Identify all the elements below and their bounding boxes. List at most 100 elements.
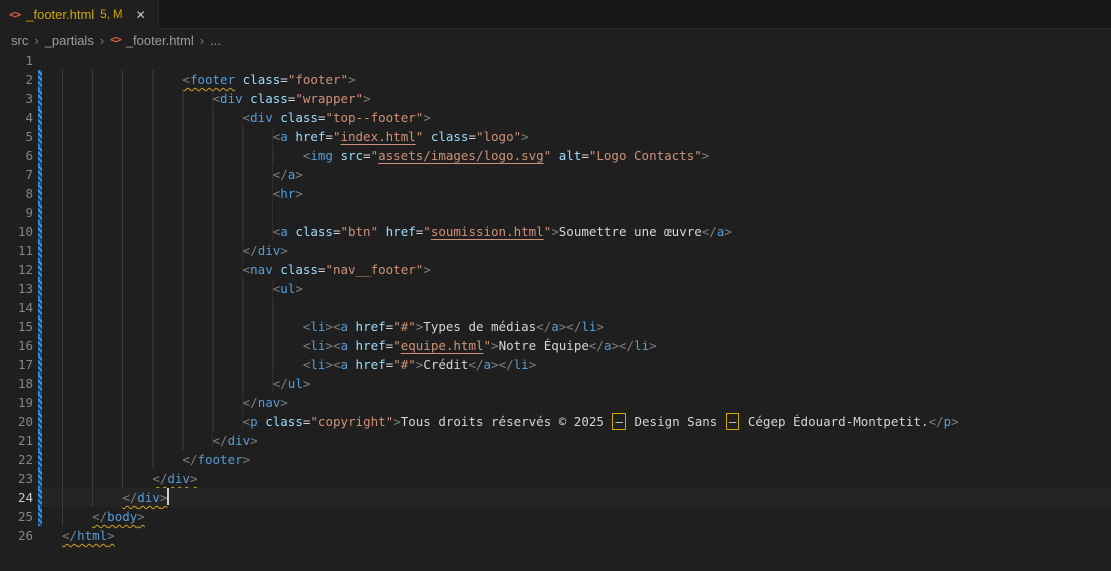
code-token: = bbox=[280, 72, 288, 87]
code-token: = bbox=[468, 129, 476, 144]
code-token: > bbox=[302, 376, 311, 391]
code-line: 20 <p class="copyright">Tous droits rése… bbox=[0, 412, 1111, 431]
line-number[interactable]: 25 bbox=[0, 507, 33, 526]
close-icon[interactable]: ✕ bbox=[133, 7, 149, 23]
code-line-content[interactable] bbox=[42, 51, 1111, 70]
line-number[interactable]: 3 bbox=[0, 89, 33, 108]
line-number[interactable]: 24 bbox=[0, 488, 33, 507]
line-number[interactable]: 23 bbox=[0, 469, 33, 488]
code-line: 16 <li><a href="equipe.html">Notre Équip… bbox=[0, 336, 1111, 355]
code-token: > bbox=[280, 395, 288, 410]
code-line-content[interactable]: </div> bbox=[42, 241, 1111, 260]
code-token: class bbox=[250, 91, 288, 106]
code-token: < bbox=[182, 72, 190, 87]
line-number[interactable]: 7 bbox=[0, 165, 33, 184]
tab-bar: <> _footer.html 5, M ✕ bbox=[0, 0, 1111, 29]
code-line-content[interactable] bbox=[42, 298, 1111, 317]
tab-footer-html[interactable]: <> _footer.html 5, M ✕ bbox=[0, 0, 159, 29]
line-number[interactable]: 2 bbox=[0, 70, 33, 89]
code-token: = bbox=[325, 129, 333, 144]
code-token: > bbox=[348, 72, 356, 87]
line-number[interactable]: 5 bbox=[0, 127, 33, 146]
line-number[interactable]: 6 bbox=[0, 146, 33, 165]
line-number[interactable]: 13 bbox=[0, 279, 33, 298]
code-line-content[interactable]: <p class="copyright">Tous droits réservé… bbox=[42, 412, 1111, 431]
code-token: "#" bbox=[393, 319, 416, 334]
code-line-content[interactable]: <img src="assets/images/logo.svg" alt="L… bbox=[42, 146, 1111, 165]
code-token: div bbox=[167, 471, 190, 486]
code-token: html bbox=[77, 528, 108, 543]
line-number[interactable]: 22 bbox=[0, 450, 33, 469]
code-line-content[interactable]: </nav> bbox=[42, 393, 1111, 412]
breadcrumb-item-partials[interactable]: _partials bbox=[45, 33, 94, 48]
code-line-content[interactable]: </html> bbox=[42, 526, 1111, 545]
line-number[interactable]: 21 bbox=[0, 431, 33, 450]
line-number[interactable]: 20 bbox=[0, 412, 33, 431]
code-line-content[interactable]: </ul> bbox=[42, 374, 1111, 393]
code-token: class bbox=[295, 224, 333, 239]
line-number[interactable]: 4 bbox=[0, 108, 33, 127]
code-line-content[interactable]: <footer class="footer"> bbox=[42, 70, 1111, 89]
chevron-right-icon: › bbox=[34, 32, 39, 48]
code-line-content[interactable]: <a class="btn" href="soumission.html">So… bbox=[42, 222, 1111, 241]
line-number[interactable]: 9 bbox=[0, 203, 33, 222]
line-number[interactable]: 10 bbox=[0, 222, 33, 241]
code-line-content[interactable]: </footer> bbox=[42, 450, 1111, 469]
code-line-content[interactable]: <li><a href="#">Crédit</a></li> bbox=[42, 355, 1111, 374]
indent-guides bbox=[62, 355, 303, 374]
line-number[interactable]: 26 bbox=[0, 526, 33, 545]
code-token: class bbox=[242, 72, 281, 87]
code-token: "footer" bbox=[287, 72, 349, 87]
code-token: div bbox=[137, 490, 160, 505]
code-token: </ bbox=[242, 395, 258, 410]
code-token: footer bbox=[197, 452, 243, 467]
code-token: " bbox=[483, 338, 492, 353]
code-token: footer bbox=[189, 72, 236, 87]
code-token: > bbox=[250, 433, 258, 448]
breadcrumb: src › _partials › <> _footer.html › ... bbox=[0, 29, 1111, 51]
code-line-content[interactable]: </body> bbox=[42, 507, 1111, 526]
code-token: body bbox=[107, 509, 138, 524]
code-line-content[interactable]: <div class="wrapper"> bbox=[42, 89, 1111, 108]
line-number[interactable]: 15 bbox=[0, 317, 33, 336]
code-token: </ bbox=[536, 319, 552, 334]
code-line-content[interactable]: <a href="index.html" class="logo"> bbox=[42, 127, 1111, 146]
code-line: 17 <li><a href="#">Crédit</a></li> bbox=[0, 355, 1111, 374]
breadcrumb-item-symbol-path[interactable]: ... bbox=[210, 33, 221, 48]
code-line-content[interactable]: <li><a href="#">Types de médias</a></li> bbox=[42, 317, 1111, 336]
code-line-content[interactable]: <li><a href="equipe.html">Notre Équipe</… bbox=[42, 336, 1111, 355]
breadcrumb-item-src[interactable]: src bbox=[11, 33, 28, 48]
indent-guides bbox=[62, 146, 303, 165]
code-line: 11 </div> bbox=[0, 241, 1111, 260]
line-number[interactable]: 14 bbox=[0, 298, 33, 317]
code-line-content[interactable]: </div> bbox=[42, 488, 1111, 507]
line-number[interactable]: 11 bbox=[0, 241, 33, 260]
line-number[interactable]: 19 bbox=[0, 393, 33, 412]
code-line-content[interactable]: <ul> bbox=[42, 279, 1111, 298]
code-line-content[interactable]: <nav class="nav__footer"> bbox=[42, 260, 1111, 279]
code-line-content[interactable]: </div> bbox=[42, 469, 1111, 488]
code-token: > bbox=[107, 528, 115, 543]
code-token: img bbox=[310, 148, 333, 163]
code-token: </ bbox=[62, 528, 78, 543]
code-editor[interactable]: 12 <footer class="footer"> 3 <div class="… bbox=[0, 51, 1111, 571]
line-number[interactable]: 18 bbox=[0, 374, 33, 393]
code-line-content[interactable]: <hr> bbox=[42, 184, 1111, 203]
code-line-content[interactable]: <div class="top--footer"> bbox=[42, 108, 1111, 127]
code-token: ul bbox=[280, 281, 296, 296]
line-number[interactable]: 8 bbox=[0, 184, 33, 203]
line-number[interactable]: 12 bbox=[0, 260, 33, 279]
code-token: > bbox=[528, 357, 537, 372]
line-number[interactable]: 1 bbox=[0, 51, 33, 70]
tab-filename: _footer.html bbox=[26, 7, 95, 22]
line-number[interactable]: 16 bbox=[0, 336, 33, 355]
line-number[interactable]: 17 bbox=[0, 355, 33, 374]
code-line: 21 </div> bbox=[0, 431, 1111, 450]
code-line-content[interactable] bbox=[42, 203, 1111, 222]
code-line-content[interactable]: </div> bbox=[42, 431, 1111, 450]
code-token: </ bbox=[92, 509, 108, 524]
breadcrumb-item-footer-html[interactable]: <> _footer.html bbox=[110, 33, 194, 48]
code-line-content[interactable]: </a> bbox=[42, 165, 1111, 184]
code-token: href bbox=[355, 338, 386, 353]
